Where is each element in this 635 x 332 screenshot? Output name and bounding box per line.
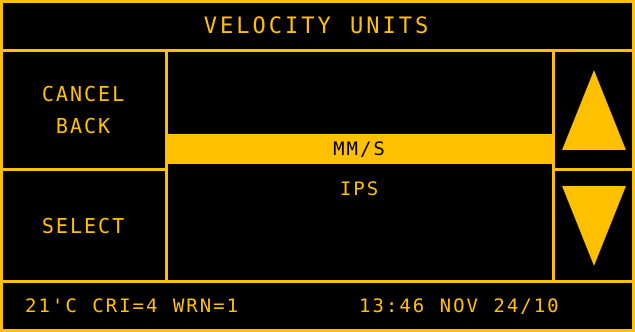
select-label: SELECT bbox=[41, 213, 127, 238]
list-item-mm-s[interactable]: MM/S bbox=[168, 134, 552, 164]
title-bar: VELOCITY UNITS bbox=[0, 0, 635, 52]
scroll-down-button[interactable] bbox=[552, 168, 635, 283]
select-button[interactable]: SELECT bbox=[0, 168, 168, 283]
status-datetime: 13:46 NOV 24/10 bbox=[359, 295, 561, 317]
list-item-label: IPS bbox=[339, 178, 381, 200]
triangle-down-icon bbox=[561, 185, 626, 266]
triangle-up-icon bbox=[561, 70, 626, 150]
units-list: MM/S IPS bbox=[165, 49, 555, 283]
scroll-up-button[interactable] bbox=[552, 49, 635, 171]
status-readings: 21'C CRI=4 WRN=1 bbox=[25, 295, 241, 317]
cancel-back-button[interactable]: CANCEL BACK bbox=[0, 49, 168, 171]
list-item-ips[interactable]: IPS bbox=[168, 174, 552, 204]
list-item-label: MM/S bbox=[333, 138, 387, 160]
status-bar: 21'C CRI=4 WRN=1 13:46 NOV 24/10 bbox=[0, 280, 635, 332]
cancel-label: CANCEL bbox=[41, 82, 127, 106]
page-title: VELOCITY UNITS bbox=[203, 13, 432, 39]
back-label: BACK bbox=[55, 114, 113, 138]
